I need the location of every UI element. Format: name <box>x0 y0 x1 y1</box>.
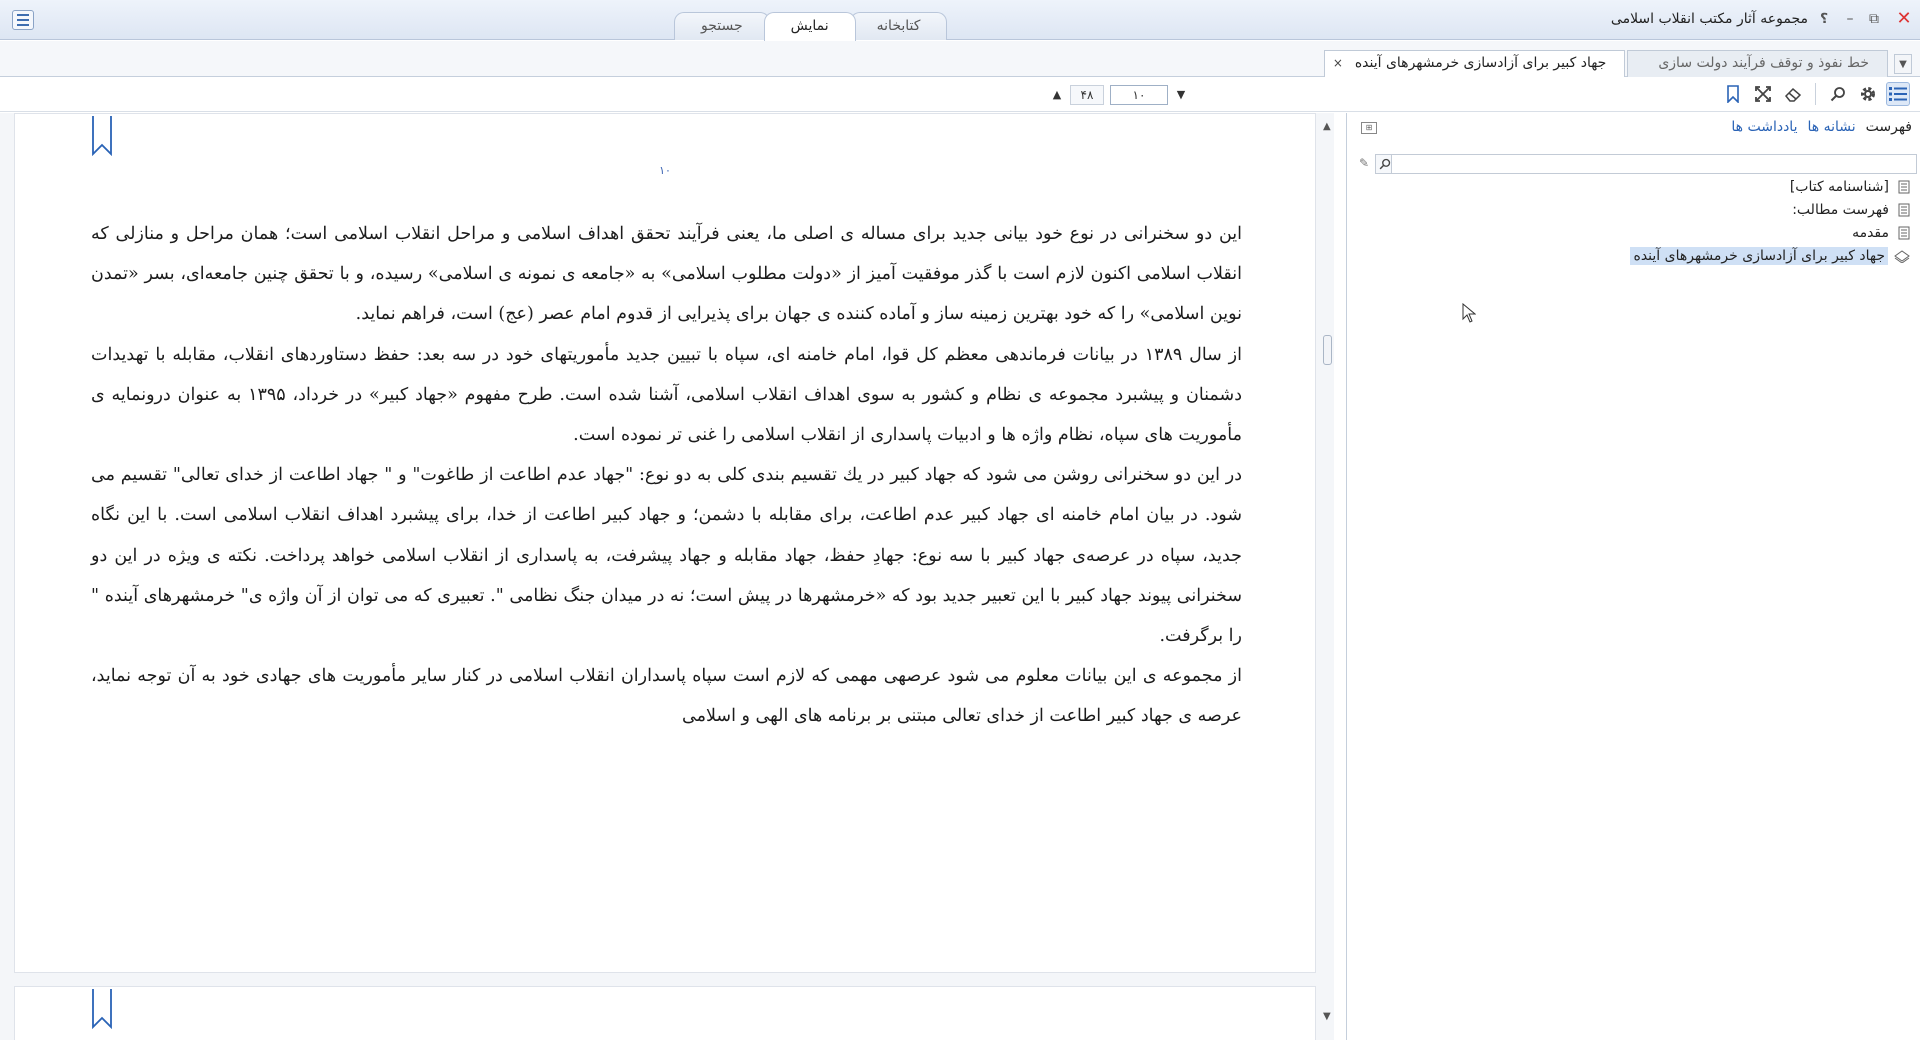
toc-item[interactable]: مقدمه <box>1630 221 1910 244</box>
toc-search-row: ✎ <box>1357 154 1917 174</box>
document-page: ۱۰ این دو سخنرانی در نوع خود بیانی جدید … <box>14 113 1316 973</box>
document-icon <box>1898 180 1910 193</box>
toc-item[interactable]: [شناسنامه کتاب] <box>1630 175 1910 198</box>
page-navigator: ▲ ۴۸ ▼ <box>1050 84 1188 106</box>
bookmark-icon[interactable] <box>91 989 113 1029</box>
previous-page-button[interactable]: ▲ <box>1050 86 1064 104</box>
document-tabs: خط نفوذ و توقف فرآیند دولت سازی جهاد کبی… <box>1322 50 1888 77</box>
main-tabs: کتابخانه نمایش جستجو <box>674 12 948 41</box>
tabs-dropdown-button[interactable]: ▼ <box>1894 54 1912 74</box>
toc-item-label: مقدمه <box>1852 224 1889 241</box>
next-page-button[interactable]: ▼ <box>1174 86 1188 104</box>
paragraph: از مجموعه ی این بیانات معلوم می شود عرصه… <box>91 666 1242 727</box>
tab-bookmarks[interactable]: نشانه ها <box>1807 119 1855 135</box>
bookmark-icon <box>1727 85 1739 103</box>
page-number: ۱۰ <box>659 164 671 177</box>
eraser-icon <box>1784 87 1802 102</box>
app-menu-button[interactable] <box>12 10 34 30</box>
help-button[interactable]: ؟ <box>1814 9 1834 29</box>
side-panel: ⊞ فهرست نشانه ها یادداشت ها ✎ [شناسنامه … <box>1346 113 1920 1040</box>
panel-tools <box>1721 82 1910 106</box>
doc-tab-jahad-kabir[interactable]: جهاد کبیر برای آزادسازی خرمشهرهای آینده … <box>1323 50 1626 77</box>
minimize-button[interactable]: – <box>1840 9 1860 29</box>
toolbar-separator <box>1815 83 1816 105</box>
scroll-down-arrow[interactable]: ▼ <box>1323 1011 1331 1022</box>
document-tab-strip: ▼ خط نفوذ و توقف فرآیند دولت سازی جهاد ک… <box>0 41 1920 77</box>
collapse-panel-button[interactable]: ⊞ <box>1361 122 1377 134</box>
settings-button[interactable] <box>1856 82 1880 106</box>
paragraph: از سال ۱۳۸۹ در بیانات فرماندهی معظم کل ق… <box>91 344 1243 446</box>
list-panel-button[interactable] <box>1886 82 1910 106</box>
search-icon <box>1830 87 1845 102</box>
tab-library[interactable]: کتابخانه <box>849 12 948 40</box>
scrollbar-thumb[interactable] <box>1323 335 1332 365</box>
search-icon <box>1379 158 1391 170</box>
close-button[interactable]: ✕ <box>1894 9 1914 29</box>
document-icon <box>1898 226 1910 239</box>
find-button[interactable] <box>1826 82 1850 106</box>
reading-pane: ۱۰ این دو سخنرانی در نوع خود بیانی جدید … <box>0 113 1334 1040</box>
gear-icon <box>1861 87 1875 101</box>
toc-item-label: [شناسنامه کتاب] <box>1789 178 1889 195</box>
bookmark-icon[interactable] <box>91 116 113 156</box>
toc-item-label: فهرست مطالب: <box>1792 201 1889 218</box>
eraser-button[interactable] <box>1781 82 1805 106</box>
maximize-button[interactable]: ⧉ <box>1864 9 1884 29</box>
mouse-cursor-icon <box>1462 303 1476 323</box>
doc-tab-label: جهاد کبیر برای آزادسازی خرمشهرهای آینده <box>1354 55 1607 71</box>
bookmark-button[interactable] <box>1721 82 1745 106</box>
tab-contents[interactable]: فهرست <box>1866 119 1912 135</box>
tab-search[interactable]: جستجو <box>674 12 770 40</box>
toc-list: [شناسنامه کتاب] فهرست مطالب: مقدمه جهاد … <box>1630 175 1910 267</box>
pin-icon[interactable]: ✎ <box>1359 156 1369 170</box>
paragraph: در این دو سخنرانی روشن می شود که جهاد کب… <box>91 465 1242 647</box>
tab-view[interactable]: نمایش <box>763 12 856 41</box>
app-title: مجموعه آثار مکتب انقلاب اسلامی <box>1610 11 1808 27</box>
toolbar: ▲ ۴۸ ▼ <box>0 78 1920 112</box>
doc-tab-khat-nofooz[interactable]: خط نفوذ و توقف فرآیند دولت سازی <box>1627 50 1888 77</box>
open-book-icon <box>1894 249 1910 263</box>
toc-item-label: جهاد کبیر برای آزادسازی خرمشهرهای آینده <box>1630 246 1888 265</box>
close-tab-icon[interactable]: × <box>1333 51 1343 76</box>
toc-item-selected[interactable]: جهاد کبیر برای آزادسازی خرمشهرهای آینده <box>1630 244 1910 267</box>
fullscreen-button[interactable] <box>1751 82 1775 106</box>
document-icon <box>1898 203 1910 216</box>
page-total: ۴۸ <box>1070 85 1104 105</box>
panel-tabs: فهرست نشانه ها یادداشت ها <box>1731 119 1912 135</box>
doc-tab-label: خط نفوذ و توقف فرآیند دولت سازی <box>1658 55 1869 71</box>
page-number-input[interactable] <box>1110 85 1168 105</box>
toc-item[interactable]: فهرست مطالب: <box>1630 198 1910 221</box>
list-icon <box>1889 87 1907 101</box>
paragraph: این دو سخنرانی در نوع خود بیانی جدید برا… <box>91 224 1243 325</box>
vertical-scrollbar[interactable]: ▲ ▼ <box>1322 113 1334 1040</box>
toc-search-input[interactable] <box>1391 154 1917 174</box>
title-bar: کتابخانه نمایش جستجو مجموعه آثار مکتب ان… <box>0 0 1920 41</box>
document-body: این دو سخنرانی در نوع خود بیانی جدید برا… <box>91 214 1242 737</box>
tab-notes[interactable]: یادداشت ها <box>1731 119 1797 135</box>
scroll-up-arrow[interactable]: ▲ <box>1323 121 1331 132</box>
expand-icon <box>1755 86 1771 102</box>
document-page <box>14 986 1316 1040</box>
